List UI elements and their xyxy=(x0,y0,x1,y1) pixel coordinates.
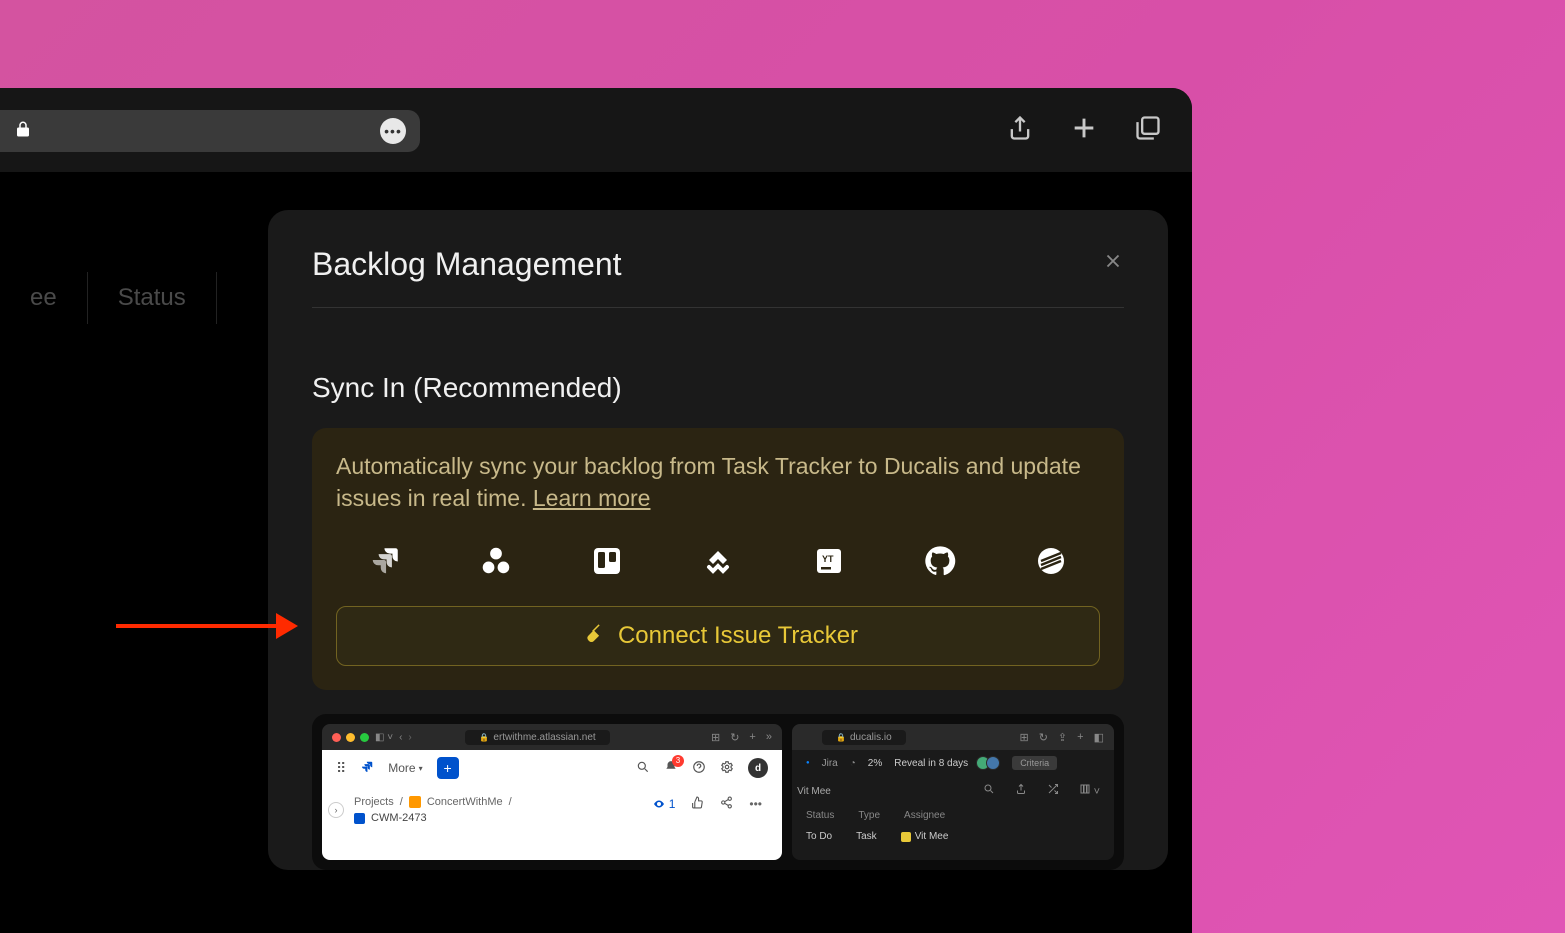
help-icon xyxy=(692,760,706,777)
sync-desc-text: Automatically sync your backlog from Tas… xyxy=(336,453,1081,511)
mini-url-right: 🔒ducalis.io xyxy=(822,730,906,745)
bg-tab: Status xyxy=(88,272,217,324)
lock-icon xyxy=(14,120,32,143)
jira-meta: 1 ••• xyxy=(653,796,762,812)
issue-row: CWM-2473 xyxy=(354,812,750,824)
tabs-mini-icon: ◧ xyxy=(1094,731,1104,744)
more-mini-icon: ••• xyxy=(749,797,762,811)
toolbar-actions xyxy=(1006,114,1162,147)
project-icon xyxy=(409,796,421,808)
translate-icon: ⊞ xyxy=(711,731,720,744)
ducalis-table-row: To Do Task Vit Mee xyxy=(792,827,1114,846)
mini-titlebar-left: ◧ ˅ ‹ › 🔒ertwithme.atlassian.net ⊞ ↻ + » xyxy=(322,724,782,750)
tracker-icons-row: YT xyxy=(336,514,1100,598)
ducalis-overflow-cells: ed Vit Mee xyxy=(792,782,845,801)
browser-toolbar: ••• xyxy=(0,88,1192,172)
bell-icon: 3 xyxy=(664,760,678,777)
plus-mini-icon: + xyxy=(749,731,755,744)
share-icon[interactable] xyxy=(1006,114,1034,147)
avatar: d xyxy=(748,758,768,778)
svg-text:YT: YT xyxy=(822,554,834,564)
preview-left-window: ◧ ˅ ‹ › 🔒ertwithme.atlassian.net ⊞ ↻ + » xyxy=(322,724,782,860)
export-icon xyxy=(1015,783,1027,798)
more-icon[interactable]: ••• xyxy=(380,118,406,144)
issue-type-icon xyxy=(354,813,365,824)
refresh-icon: ↻ xyxy=(1039,731,1048,744)
traffic-lights xyxy=(332,733,369,742)
plus-icon[interactable] xyxy=(1070,114,1098,147)
columns-icon: ˅ xyxy=(1079,783,1100,798)
criteria-button: Criteria xyxy=(1012,756,1057,770)
bg-tab: ee xyxy=(0,272,88,324)
section-title: Sync In (Recommended) xyxy=(312,372,1124,404)
avatar-stack xyxy=(980,756,1000,770)
gear-icon xyxy=(720,760,734,777)
youtrack-icon: YT xyxy=(810,542,848,580)
translate-icon: ⊞ xyxy=(1019,731,1028,744)
apps-icon: ⠿ xyxy=(336,760,346,777)
connect-tracker-button[interactable]: Connect Issue Tracker xyxy=(336,606,1100,666)
refresh-icon: ↻ xyxy=(730,731,739,744)
preview-screenshot: ◧ ˅ ‹ › 🔒ertwithme.atlassian.net ⊞ ↻ + » xyxy=(312,714,1124,870)
url-bar[interactable]: ••• xyxy=(0,110,420,152)
assignee-icon xyxy=(901,832,911,842)
forward-icon: › xyxy=(408,732,411,743)
modal-header: Backlog Management xyxy=(312,246,1124,308)
watch-count: 1 xyxy=(653,797,676,811)
sidebar-toggle-icon: ◧ ˅ xyxy=(375,732,393,743)
tabs-icon[interactable] xyxy=(1134,114,1162,147)
asana-icon xyxy=(477,542,515,580)
browser-window: ••• ee Status Backlog Management xyxy=(0,88,1192,933)
share-mini-icon xyxy=(720,796,733,812)
tabs-mini-icon: » xyxy=(766,731,772,744)
jira-create-button: + xyxy=(437,757,459,779)
search-icon xyxy=(636,760,650,777)
background-tabs: ee Status xyxy=(0,272,217,324)
plus-mini-icon: + xyxy=(1077,731,1083,744)
modal-title: Backlog Management xyxy=(312,246,622,283)
jira-logo-icon xyxy=(360,760,374,777)
ducalis-table-head: Status Type Assignee xyxy=(792,804,1114,827)
expand-icon: › xyxy=(328,802,344,818)
github-icon xyxy=(921,542,959,580)
clickup-icon xyxy=(699,542,737,580)
sync-description: Automatically sync your backlog from Tas… xyxy=(336,450,1100,514)
sync-panel: Automatically sync your backlog from Tas… xyxy=(312,428,1124,690)
learn-more-link[interactable]: Learn more xyxy=(533,485,651,511)
callout-arrow xyxy=(116,614,302,638)
content-area: ee Status Backlog Management Sync In (Re… xyxy=(0,172,1192,933)
ducalis-topbar: ● Jira ◔ 2% Reveal in 8 days Criteria xyxy=(792,750,1114,776)
share-icon: ⇪ xyxy=(1058,731,1067,744)
shuffle-icon xyxy=(1047,783,1059,798)
jira-more: More ▾ xyxy=(388,761,422,775)
back-icon: ‹ xyxy=(399,732,402,743)
jira-topbar: ⠿ More ▾ + xyxy=(322,750,782,786)
linear-icon xyxy=(1032,542,1070,580)
connect-label: Connect Issue Tracker xyxy=(618,622,858,650)
backlog-modal: Backlog Management Sync In (Recommended)… xyxy=(268,210,1168,870)
mini-url-left: 🔒ertwithme.atlassian.net xyxy=(465,730,609,745)
progress-icon: ◔ xyxy=(850,758,856,769)
thumbs-up-icon xyxy=(691,796,704,812)
plug-icon xyxy=(578,620,604,653)
close-icon[interactable] xyxy=(1102,250,1124,279)
search-icon xyxy=(983,783,995,798)
jira-icon xyxy=(366,542,404,580)
preview-right-window: 🔒ducalis.io ⊞ ↻ ⇪ + ◧ ● xyxy=(792,724,1114,860)
jira-body: › Projects / ConcertWithMe / CWM-2473 xyxy=(322,786,782,860)
trello-icon xyxy=(588,542,626,580)
mini-titlebar-right: 🔒ducalis.io ⊞ ↻ ⇪ + ◧ xyxy=(792,724,1114,750)
